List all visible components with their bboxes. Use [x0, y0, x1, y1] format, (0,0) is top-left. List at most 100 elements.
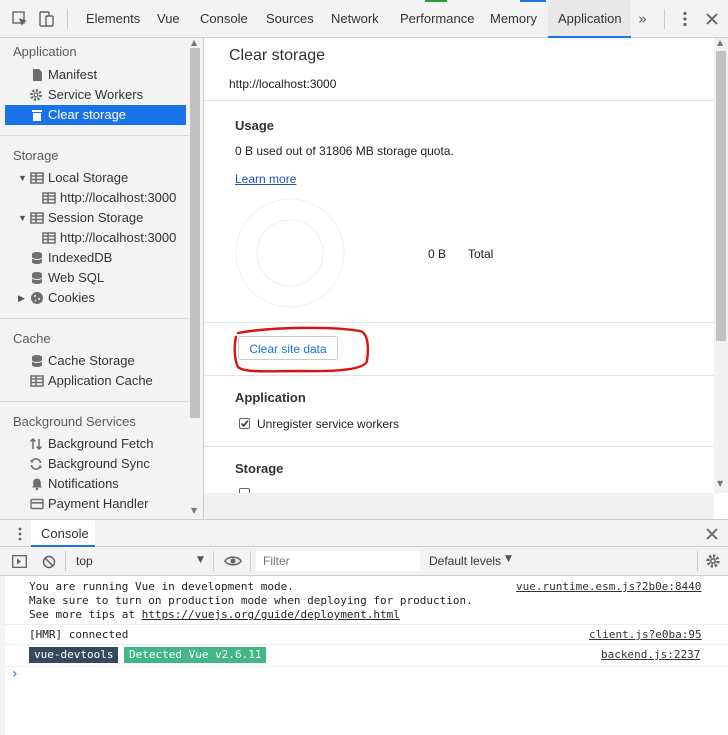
close-drawer-icon[interactable]	[706, 528, 718, 540]
drawer-tab-console[interactable]: Console	[31, 520, 95, 547]
sidebar-item-label: Background Fetch	[48, 436, 154, 451]
sidebar-item-application-cache[interactable]: Application Cache	[0, 371, 186, 391]
sidebar-item-label: http://localhost:3000	[60, 190, 177, 205]
toolbar-separator	[65, 551, 66, 571]
table-icon	[42, 192, 56, 204]
sidebar-item-label: Web SQL	[48, 270, 105, 285]
scroll-up-arrow-icon[interactable]: ▲	[191, 38, 197, 47]
sidebar-item-background-fetch[interactable]: Background Fetch	[0, 434, 186, 454]
devtools-toolbar: Elements Vue Console Sources Network Per…	[0, 0, 728, 38]
close-devtools-icon[interactable]	[703, 10, 721, 28]
page-title: Clear storage	[229, 47, 326, 64]
scroll-up-arrow-icon[interactable]: ▲	[717, 38, 723, 47]
toolbar-separator	[67, 9, 68, 29]
sidebar-item-session-storage[interactable]: ▼ Session Storage	[0, 208, 186, 228]
console-message-source-link[interactable]: backend.js:2237	[601, 648, 700, 661]
sidebar-item-payment-handler[interactable]: Payment Handler	[0, 494, 186, 514]
sidebar-item-manifest[interactable]: Manifest	[0, 65, 186, 85]
sidebar-item-label: Session Storage	[48, 210, 144, 225]
console-settings-gear-icon[interactable]	[705, 553, 721, 569]
device-toolbar-icon[interactable]	[37, 10, 55, 28]
sidebar-item-clear-storage[interactable]: Clear storage	[5, 105, 186, 125]
sidebar-item-label: Notifications	[48, 476, 119, 491]
log-levels-value: Default levels	[429, 554, 502, 568]
application-sidebar: Application Manifest Service Workers Cle…	[0, 38, 204, 519]
clear-console-icon[interactable]	[42, 555, 56, 569]
eye-icon[interactable]	[224, 555, 242, 567]
console-prompt-chevron-icon: ›	[12, 666, 18, 682]
database-icon	[31, 252, 43, 264]
section-divider	[204, 375, 714, 376]
toolbar-separator	[250, 551, 251, 571]
tab-performance[interactable]: Performance	[400, 0, 474, 38]
context-selector[interactable]: top ▼	[68, 551, 208, 571]
console-tip-prefix: See more tips at	[29, 608, 142, 621]
more-tabs-icon[interactable]: »	[638, 10, 647, 28]
tab-sources[interactable]: Sources	[266, 0, 314, 38]
inspect-element-icon[interactable]	[11, 10, 29, 28]
console-filter-input[interactable]	[256, 551, 420, 571]
sidebar-item-background-sync[interactable]: Background Sync	[0, 454, 186, 474]
gear-icon	[30, 89, 42, 101]
log-levels-dropdown[interactable]: Default levels ▼	[429, 551, 519, 571]
show-sidebar-icon[interactable]	[12, 555, 27, 568]
bell-icon	[32, 478, 42, 491]
collapse-arrow-icon[interactable]: ▶	[18, 288, 25, 308]
toolbar-separator	[213, 551, 214, 571]
sidebar-item-cookies[interactable]: ▶ Cookies	[0, 288, 186, 308]
sidebar-divider	[0, 401, 190, 402]
scroll-down-arrow-icon[interactable]: ▼	[717, 479, 723, 488]
tab-application[interactable]: Application	[548, 0, 631, 38]
console-message-source-link[interactable]: client.js?e0ba:95	[589, 628, 702, 641]
section-divider	[204, 446, 714, 447]
kebab-menu-icon[interactable]	[676, 10, 694, 28]
drawer-tab-bar: Console	[0, 519, 728, 547]
sidebar-item-local-storage[interactable]: ▼ Local Storage	[0, 168, 186, 188]
drawer-menu-icon[interactable]	[16, 527, 24, 541]
drawer-tab-label: Console	[41, 526, 89, 541]
console-message-source-link[interactable]: vue.runtime.esm.js?2b0e:8440	[516, 580, 701, 593]
horizontal-scrollbar[interactable]	[204, 493, 714, 519]
sidebar-item-notifications[interactable]: Notifications	[0, 474, 186, 494]
toolbar-separator	[664, 9, 665, 29]
table-icon	[30, 212, 44, 224]
usage-legend-label: Total	[468, 247, 494, 261]
console-message-divider	[5, 666, 728, 667]
expand-arrow-icon[interactable]: ▼	[18, 208, 27, 228]
usage-legend-value: 0 B	[428, 247, 447, 261]
clear-storage-panel: Clear storage http://localhost:3000 Usag…	[204, 38, 728, 519]
learn-more-link[interactable]: Learn more	[235, 172, 296, 186]
sidebar-item-session-storage-origin[interactable]: http://localhost:3000	[0, 228, 186, 248]
table-icon	[42, 232, 56, 244]
table-icon	[30, 172, 44, 184]
tab-network[interactable]: Network	[331, 0, 379, 38]
console-message-line: See more tips at https://vuejs.org/guide…	[29, 608, 400, 621]
deployment-guide-link[interactable]: https://vuejs.org/guide/deployment.html	[142, 608, 400, 621]
unregister-service-workers-checkbox[interactable]	[239, 418, 250, 429]
console-input-line[interactable]	[26, 668, 716, 686]
sidebar-scrollbar-thumb[interactable]	[190, 48, 200, 418]
sidebar-item-web-sql[interactable]: Web SQL	[0, 268, 186, 288]
tab-elements[interactable]: Elements	[86, 0, 140, 38]
sidebar-item-cache-storage[interactable]: Cache Storage	[0, 351, 186, 371]
sidebar-item-label: Cache Storage	[48, 353, 135, 368]
trash-icon	[32, 110, 42, 121]
sidebar-item-indexeddb[interactable]: IndexedDB	[0, 248, 186, 268]
sidebar-section-storage: Storage	[13, 148, 59, 163]
sidebar-item-local-storage-origin[interactable]: http://localhost:3000	[0, 188, 186, 208]
application-heading: Application	[235, 390, 306, 405]
scroll-down-arrow-icon[interactable]: ▼	[191, 506, 197, 515]
detected-vue-badge: Detected Vue v2.6.11	[124, 647, 267, 663]
database-icon	[31, 355, 43, 367]
sidebar-item-label: Manifest	[48, 67, 98, 82]
expand-arrow-icon[interactable]: ▼	[18, 168, 27, 188]
main-scrollbar-thumb[interactable]	[716, 51, 726, 341]
tab-memory[interactable]: Memory	[490, 0, 537, 38]
tab-console[interactable]: Console	[200, 0, 248, 38]
console-left-gutter	[0, 576, 5, 735]
sidebar-item-service-workers[interactable]: Service Workers	[0, 85, 186, 105]
sidebar-item-label: Clear storage	[48, 107, 127, 122]
sidebar-item-label: Background Sync	[48, 456, 150, 471]
cookie-icon	[31, 292, 43, 304]
tab-vue[interactable]: Vue	[157, 0, 180, 38]
